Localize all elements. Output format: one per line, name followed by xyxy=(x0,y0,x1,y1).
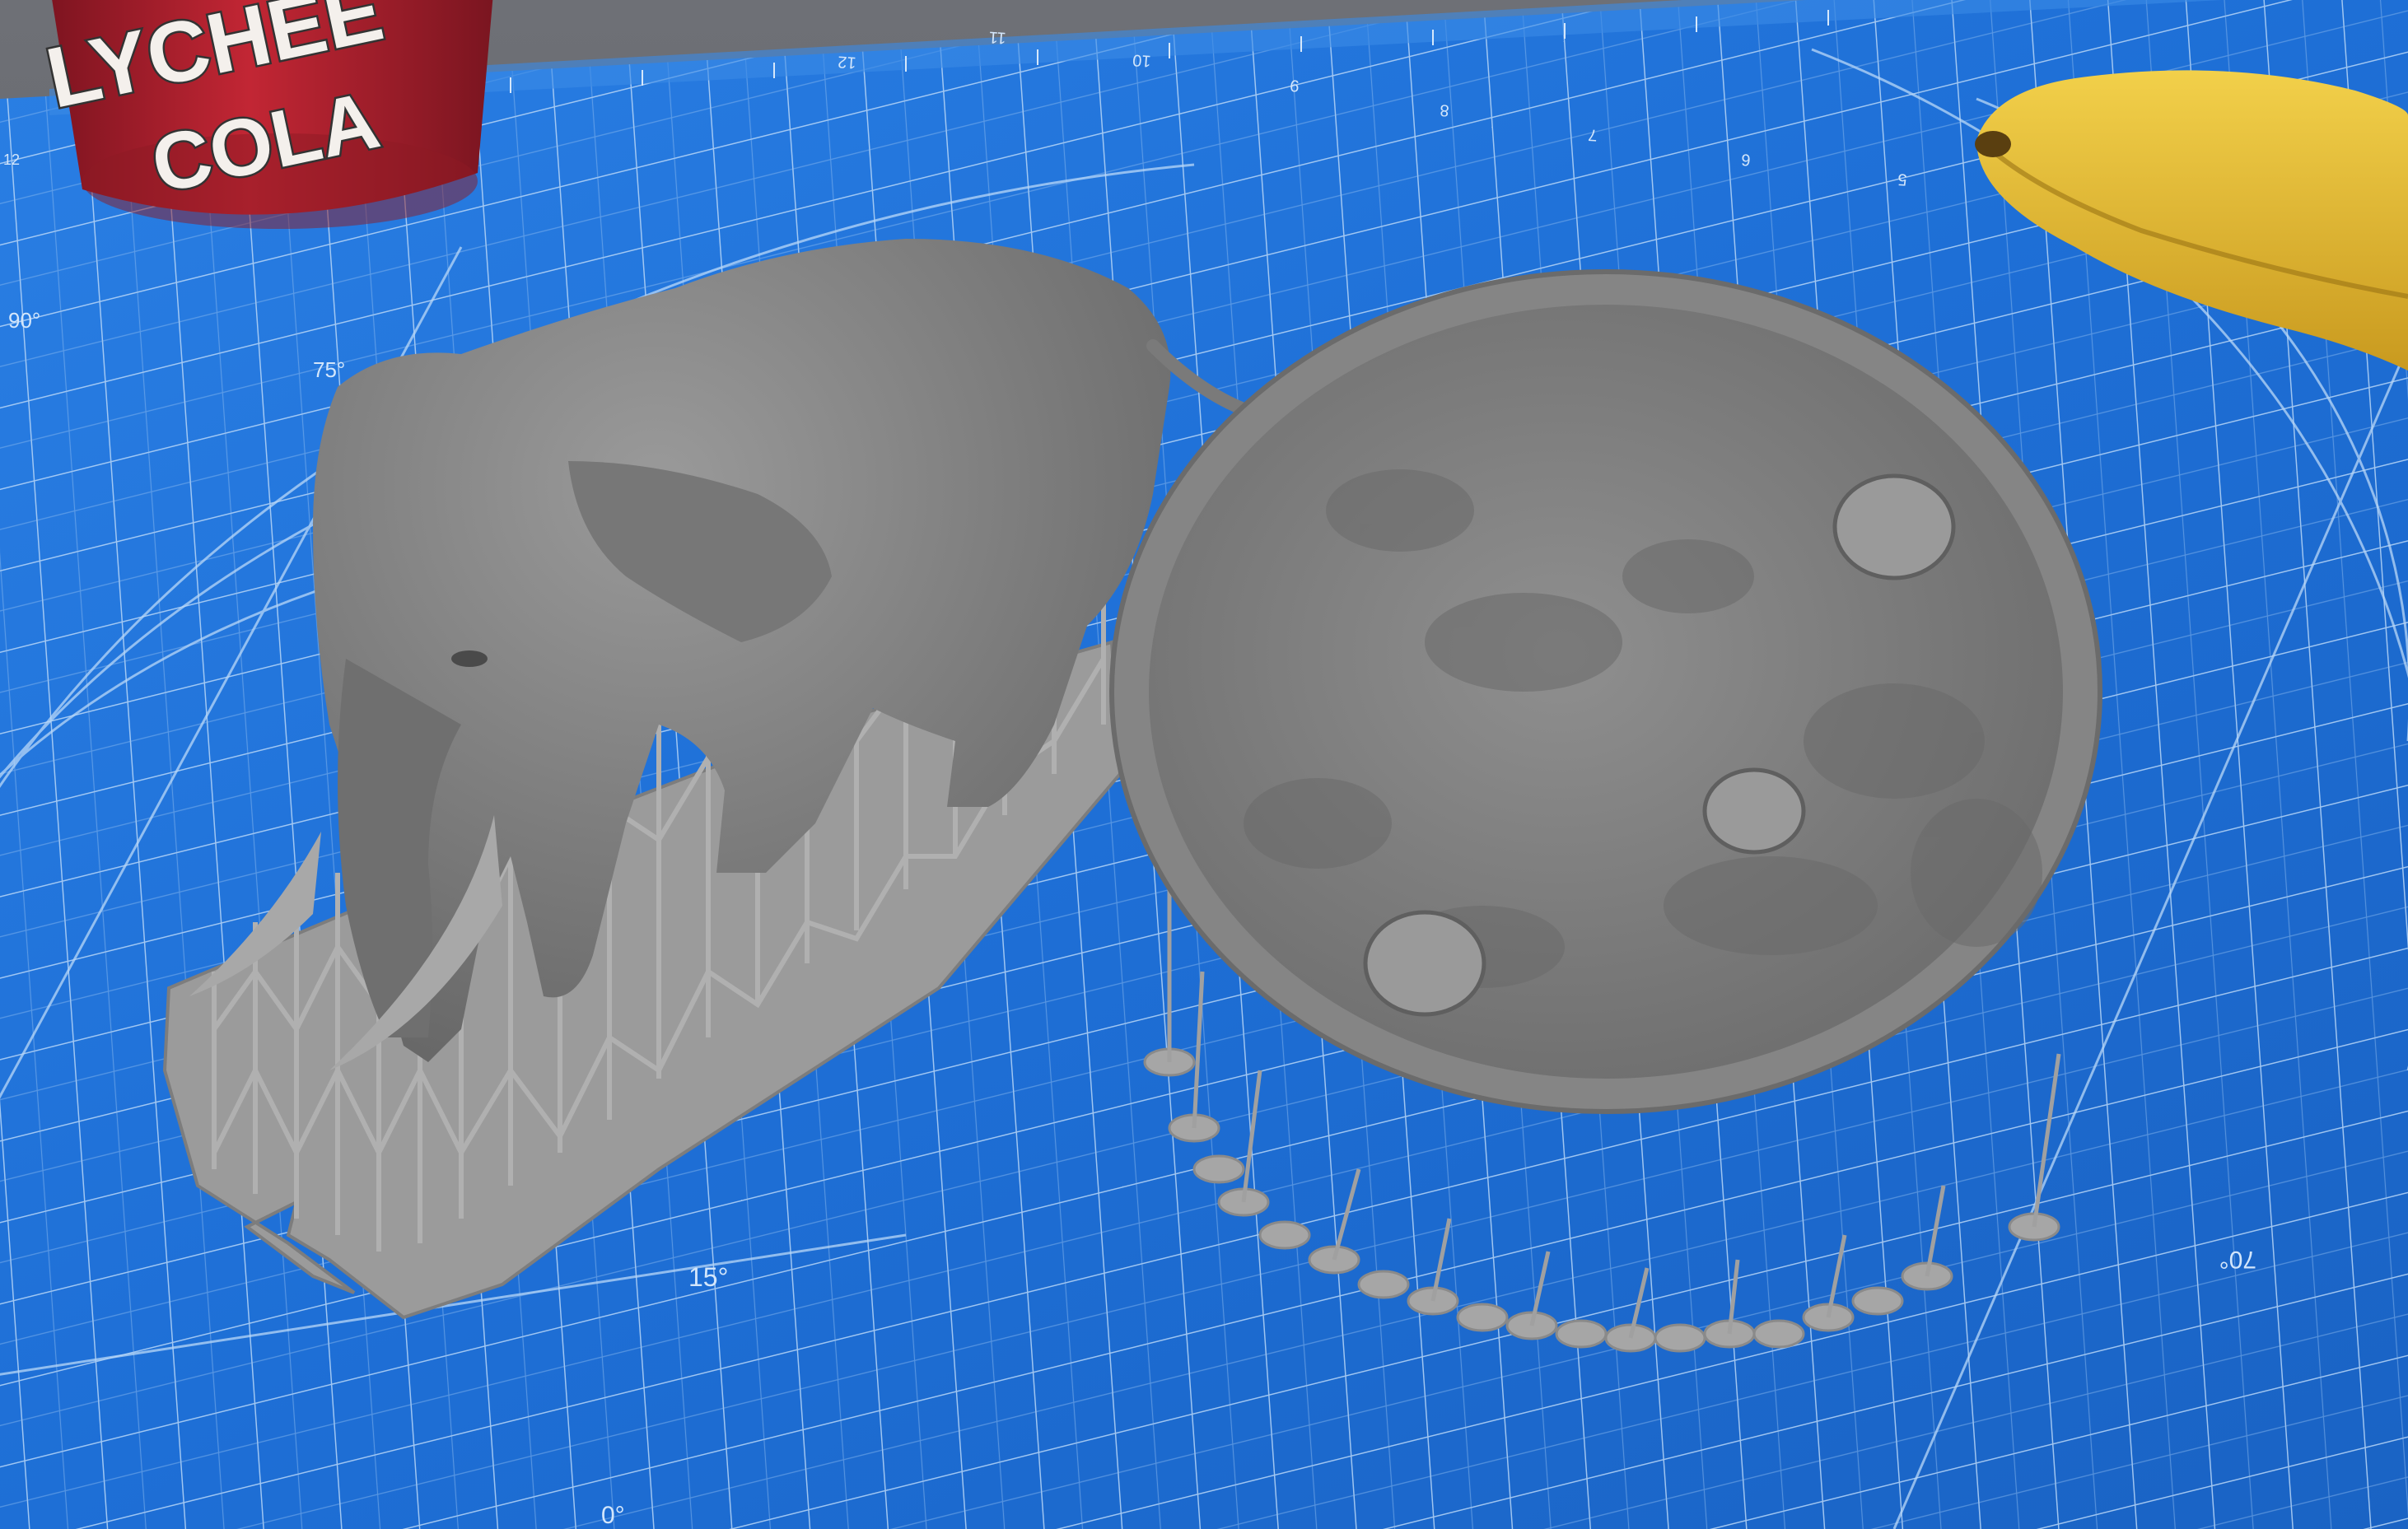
elephant-eye xyxy=(451,650,488,667)
ruler-number: 11 xyxy=(988,28,1006,47)
ruler-number: 6 xyxy=(1741,150,1752,169)
angle-label: 0° xyxy=(601,1502,625,1529)
small-ruler-label: 12 xyxy=(3,152,20,168)
angle-label: 75° xyxy=(313,357,345,382)
angle-label: 90° xyxy=(8,308,40,333)
angle-label: 15° xyxy=(688,1262,728,1292)
ruler-number: 10 xyxy=(1132,50,1152,69)
ruler-number: 12 xyxy=(838,52,857,71)
soda-can: LYCHEE COLA xyxy=(37,0,493,229)
ruler-number: 8 xyxy=(1440,100,1450,119)
angle-label: 70° xyxy=(2219,1246,2256,1273)
ruler-number: 5 xyxy=(1897,170,1908,189)
ruler-number: 9 xyxy=(1290,76,1300,95)
viewport[interactable]: 12 11 10 9 8 7 6 5 90° 75° 15° 0° 70° 12… xyxy=(0,0,2408,1529)
ruler-number: 7 xyxy=(1588,125,1598,144)
